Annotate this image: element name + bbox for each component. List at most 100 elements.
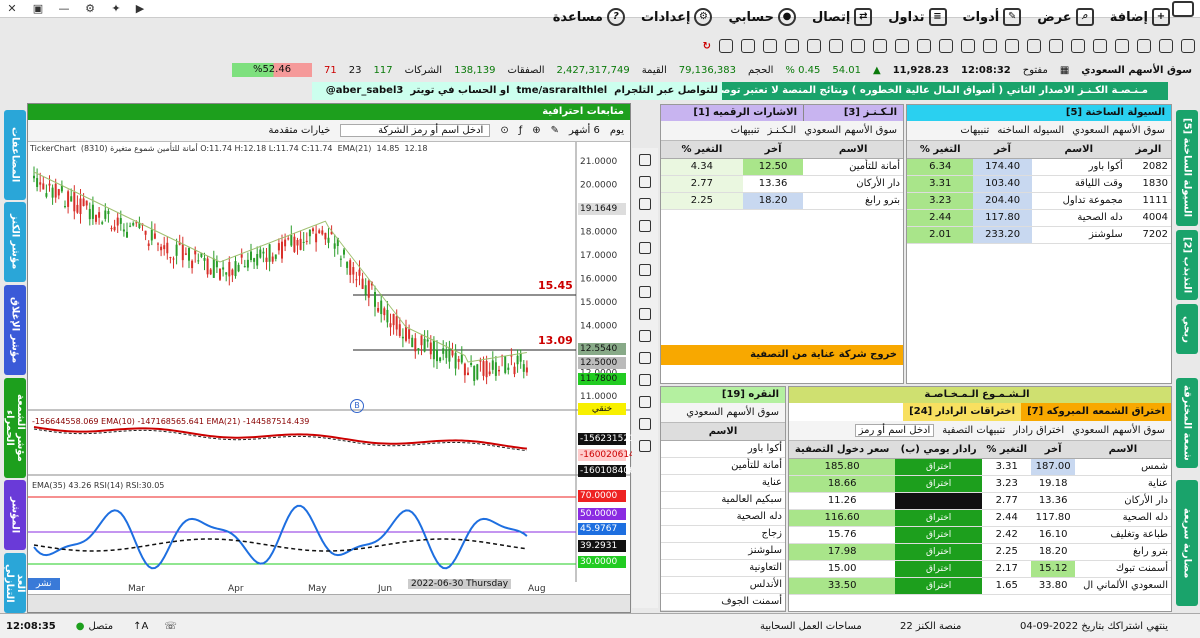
tool-icon[interactable] [785, 39, 799, 53]
tab-countdown[interactable]: العد التنازلي [4, 553, 26, 613]
tab-profit[interactable]: ربحي [1176, 304, 1198, 354]
chart-icon[interactable]: ▦ [1060, 65, 1069, 76]
tool-icon[interactable] [873, 39, 887, 53]
fib-icon[interactable] [639, 242, 651, 254]
menu-view[interactable]: ⌕ عرض [1037, 8, 1094, 26]
font-size-icon[interactable]: ↑A [133, 621, 148, 632]
kanz-filter[interactable]: الـكـنـز [768, 125, 797, 136]
list-item[interactable]: أسمنت الجوف [661, 593, 785, 611]
cloud-workspaces[interactable]: مساحات العمل السحابية [760, 621, 862, 632]
tool-icon[interactable] [1071, 39, 1085, 53]
tool-icon[interactable] [939, 39, 953, 53]
draw-tool-icon[interactable]: ✎ [551, 125, 559, 136]
table-row[interactable]: بترو رابغ 18.20 2.25 [661, 192, 903, 210]
chart-scrollbar[interactable] [28, 594, 630, 612]
close-icon[interactable]: ✕ [0, 1, 24, 16]
tool-icon[interactable] [1093, 39, 1107, 53]
list-item[interactable]: أمانة للتأمين [661, 457, 785, 475]
market-select[interactable]: سوق الأسهم السعودي [1072, 425, 1165, 436]
minimize-icon[interactable]: — [52, 1, 76, 16]
tool-icon[interactable] [1005, 39, 1019, 53]
alerts-button[interactable]: تنبيهات التصفية [942, 425, 1005, 436]
tool-icon[interactable] [961, 39, 975, 53]
table-row[interactable]: دار الأركان 13.36 2.77 11.26 [789, 492, 1171, 510]
tool-icon[interactable] [763, 39, 777, 53]
tool-icon[interactable] [1049, 39, 1063, 53]
tool-icon[interactable] [851, 39, 865, 53]
tools-icon[interactable]: ✦ [104, 1, 128, 16]
menu-settings[interactable]: ⚙ إعدادات [641, 8, 713, 26]
tab-candle-break[interactable]: شمعة المخترقة [1176, 378, 1198, 468]
table-row[interactable]: عناية 19.18 3.23 اختراق 18.66 [789, 475, 1171, 493]
table-row[interactable]: 1830 وقت اللياقة 103.40 3.31 [907, 175, 1171, 193]
table-row[interactable]: طباعة وتغليف 16.10 2.42 اختراق 15.76 [789, 526, 1171, 544]
shape-icon[interactable] [639, 286, 651, 298]
alert-icon[interactable]: ⊙ [500, 125, 508, 136]
radar-filter[interactable]: اختراق رادار [1013, 425, 1064, 436]
list-item[interactable]: زجاج [661, 525, 785, 543]
magnet-icon[interactable] [639, 374, 651, 386]
tool-icon[interactable] [1115, 39, 1129, 53]
alerts-button[interactable]: تنبيهات [731, 125, 760, 136]
camera-icon[interactable]: ▶ [128, 1, 152, 16]
menu-tools[interactable]: ✎ أدوات [963, 8, 1022, 26]
list-item[interactable]: دله الصحية [661, 508, 785, 526]
price-chart[interactable]: 21.000020.000019.000018.000017.000016.00… [28, 142, 630, 612]
tab-speculation[interactable]: مضاربة سريعة [1176, 480, 1198, 606]
phone-icon[interactable]: ☏ [164, 621, 177, 632]
search-input[interactable]: ادخل اسم أو رمز الشركة [340, 124, 491, 137]
table-row[interactable]: السعودي الألماني ال 33.80 1.65 اختراق 33.50 [789, 577, 1171, 595]
crosshair-icon[interactable] [639, 176, 651, 188]
table-row[interactable]: أمانة للتأمين 12.50 4.34 [661, 158, 903, 176]
table-row[interactable]: دله الصحية 117.80 2.44 اختراق 116.60 [789, 509, 1171, 527]
tool-icon[interactable] [829, 39, 843, 53]
tab-kanz-index[interactable]: مؤشر الكنز [4, 202, 26, 282]
table-row[interactable]: شمس 187.00 3.31 اختراق 185.80 [789, 458, 1171, 476]
tab-multiples[interactable]: المضاعفات [4, 110, 26, 200]
table-row[interactable]: 2082 أكوا باور 174.40 6.34 [907, 158, 1171, 176]
tab-radar[interactable]: اختراقات الرادار [24] [903, 403, 1022, 421]
table-row[interactable]: 4004 دله الصحية 117.80 2.44 [907, 209, 1171, 227]
tab-liquidity[interactable]: السيولة الساخنة [5] [1176, 110, 1198, 226]
signals-title[interactable]: الاشارات الرقميه [1] [661, 105, 803, 121]
compare-icon[interactable]: ⊕ [532, 125, 540, 136]
filter-select[interactable]: السيوله الساخنه [997, 125, 1064, 136]
settings-icon[interactable]: ⚙ [78, 1, 102, 16]
list-item[interactable]: سلوشنز [661, 542, 785, 560]
menu-connect[interactable]: ⇄ إتصال [812, 8, 873, 26]
tool-icon[interactable] [807, 39, 821, 53]
advanced-options[interactable]: خيارات متقدمة [268, 125, 330, 136]
tool-icon[interactable] [719, 39, 733, 53]
tab-volatility[interactable]: التذبذب [2] [1176, 230, 1198, 300]
maximize-icon[interactable]: ▣ [26, 1, 50, 16]
menu-add[interactable]: + إضافة [1110, 8, 1170, 26]
indicator-icon[interactable]: ƒ [519, 125, 523, 136]
text-icon[interactable] [639, 308, 651, 320]
tool-icon[interactable] [917, 39, 931, 53]
menu-account[interactable]: ● حسابي [728, 8, 796, 26]
tool-icon[interactable] [895, 39, 909, 53]
tab-close-index[interactable]: مؤشر الإغلاق [4, 285, 26, 375]
list-item[interactable]: عناية [661, 474, 785, 492]
lock-icon[interactable] [639, 396, 651, 408]
telegram-link[interactable]: tme/asraralthlel [517, 85, 608, 96]
eye-icon[interactable] [639, 418, 651, 430]
period-select[interactable]: يوم [610, 125, 624, 136]
zoom-icon[interactable] [639, 352, 651, 364]
menu-trade[interactable]: ≡ تداول [888, 8, 947, 26]
market-select[interactable]: سوق الأسهم السعودي [1072, 125, 1165, 136]
table-row[interactable]: بترو رابغ 18.20 2.25 اختراق 17.98 [789, 543, 1171, 561]
tool-icon[interactable] [983, 39, 997, 53]
tool-icon[interactable] [1159, 39, 1173, 53]
list-item[interactable]: سبكيم العالمية [661, 491, 785, 509]
tool-icon[interactable] [1137, 39, 1151, 53]
tab-red-candle[interactable]: مؤشر الشمعة الحمراء [4, 378, 26, 478]
table-row[interactable]: 1111 مجموعة تداول 204.40 3.23 [907, 192, 1171, 210]
search-input[interactable]: ادخل اسم أو رمز [854, 424, 935, 437]
alerts-button[interactable]: تنبيهات [960, 125, 989, 136]
market-select[interactable]: سوق الأسهم السعودي [804, 125, 897, 136]
tool-icon[interactable] [741, 39, 755, 53]
list-item[interactable]: أكوا باور [661, 440, 785, 458]
measure-icon[interactable] [639, 330, 651, 342]
tool-icon[interactable] [1181, 39, 1195, 53]
